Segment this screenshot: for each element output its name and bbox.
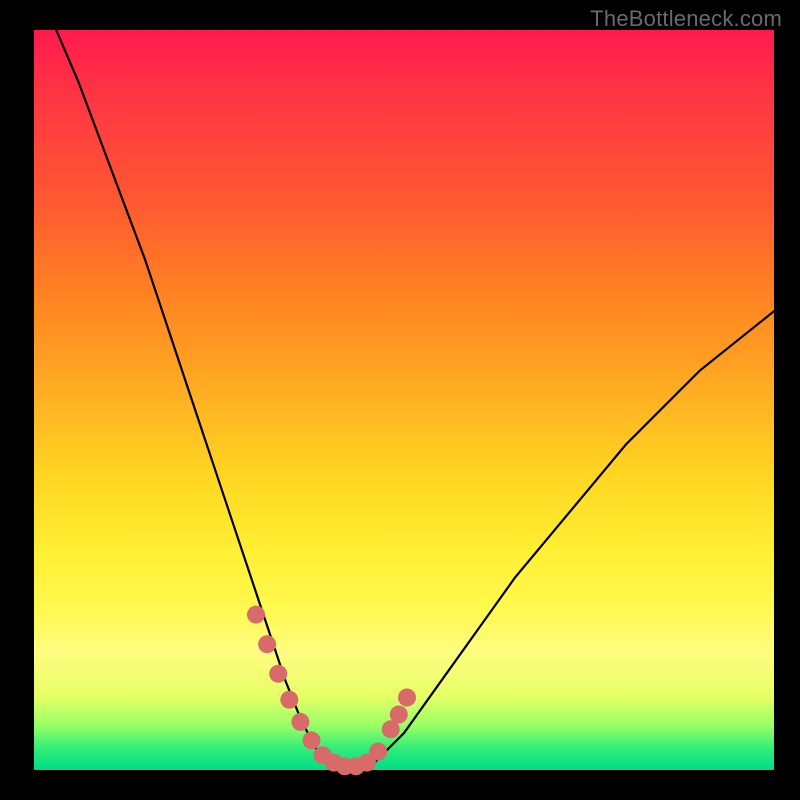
chart-frame: TheBottleneck.com — [0, 0, 800, 800]
main-curve — [56, 30, 774, 770]
highlight-dot — [247, 606, 265, 624]
plot-area — [34, 30, 774, 770]
highlight-dot — [390, 706, 408, 724]
watermark-text: TheBottleneck.com — [590, 6, 782, 32]
highlight-dot — [258, 635, 276, 653]
highlight-dot — [303, 731, 321, 749]
highlight-dot — [291, 713, 309, 731]
highlight-dot — [280, 691, 298, 709]
highlight-dot — [398, 689, 416, 707]
highlight-dots — [247, 606, 416, 776]
highlight-dot — [369, 743, 387, 761]
highlight-dot — [269, 665, 287, 683]
chart-svg — [34, 30, 774, 770]
